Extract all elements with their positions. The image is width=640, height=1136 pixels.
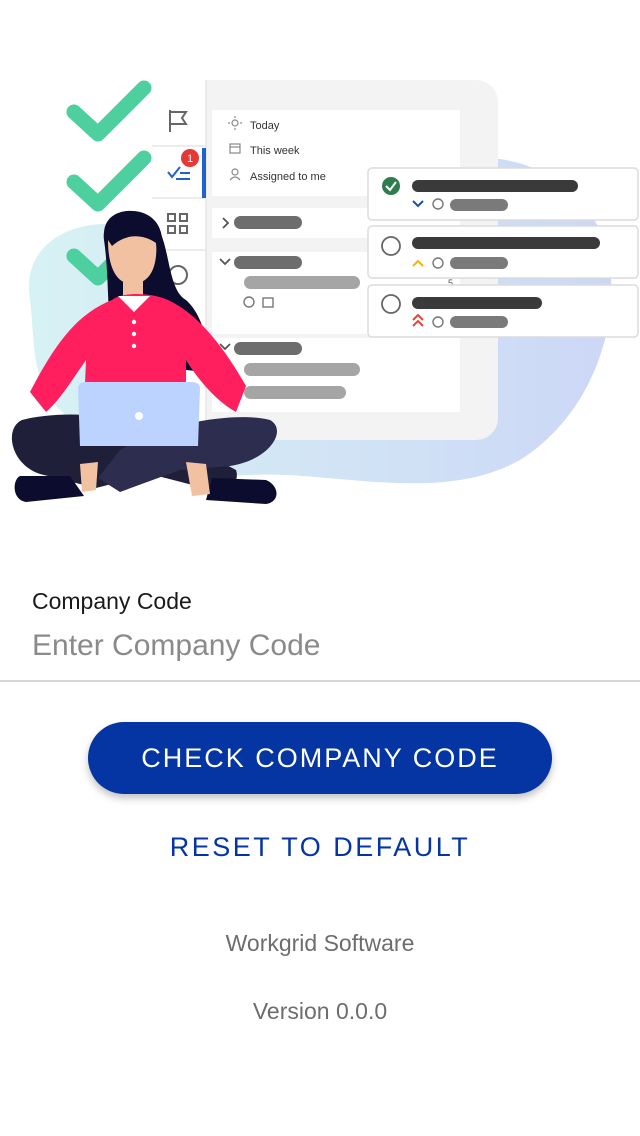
task-card-urgent xyxy=(367,284,639,338)
svg-text:1: 1 xyxy=(187,153,193,165)
company-code-label: Company Code xyxy=(32,588,192,614)
filter-this-week: This week xyxy=(250,145,300,157)
version-text: Version 0.0.0 xyxy=(252,998,388,1024)
input-underline xyxy=(0,680,640,682)
task-card-completed xyxy=(367,167,639,221)
reset-to-default-button[interactable]: RESET TO DEFAULT xyxy=(120,818,520,876)
checkmark-icon xyxy=(66,150,152,212)
check-company-code-button[interactable]: CHECK COMPANY CODE xyxy=(88,722,552,794)
task-card-open: 5 xyxy=(367,225,639,288)
filter-assigned-to-me: Assigned to me xyxy=(250,171,326,183)
filter-today: Today xyxy=(250,120,280,132)
company-code-input[interactable] xyxy=(32,622,608,670)
company-name-text: Workgrid Software xyxy=(225,930,415,956)
hero-illustration: 1 Today This week Assigned to me 5 xyxy=(11,80,639,504)
checkmark-icon xyxy=(66,80,152,142)
